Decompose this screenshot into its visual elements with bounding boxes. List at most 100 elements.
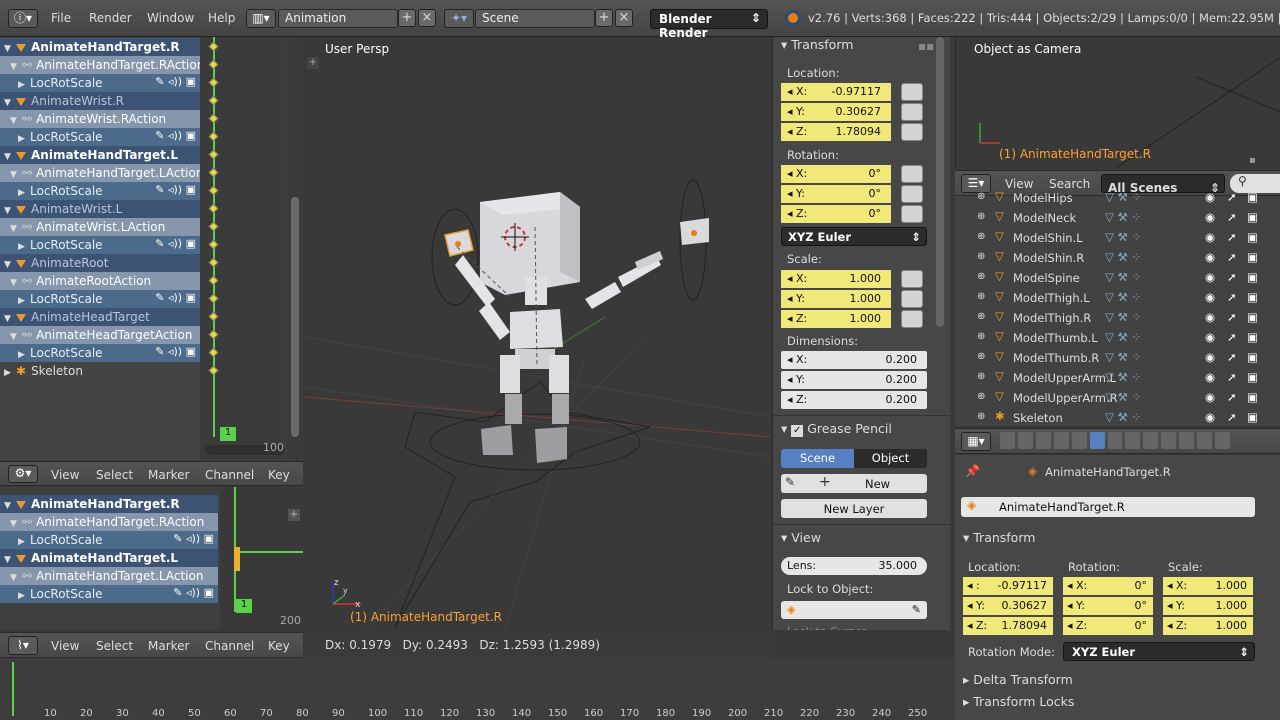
expand-icon[interactable]: ▼ xyxy=(10,62,22,72)
render-camera-icon[interactable]: ▣ xyxy=(1247,310,1258,324)
world-tab-icon[interactable] xyxy=(1053,432,1069,449)
expand-icon[interactable]: ▼ xyxy=(10,332,22,342)
keyframe[interactable] xyxy=(208,221,219,232)
outliner-item[interactable]: ⊕ ▽ ModelThigh.R ▽ ⚒ ⁘ ◉ ➚ ▣ xyxy=(955,308,1280,328)
ds-menu-key[interactable]: Key xyxy=(268,468,290,482)
object-tab-icon[interactable] xyxy=(1071,432,1087,449)
keyframe[interactable] xyxy=(208,329,219,340)
dimension-z-field[interactable]: ◂ Z: 0.200 xyxy=(781,391,927,409)
render-camera-icon[interactable]: ▣ xyxy=(1247,270,1258,284)
expand-icon[interactable]: ▼ xyxy=(10,278,22,288)
camera-view-grip[interactable]: ▪ xyxy=(1249,155,1256,166)
object-active-tab-icon[interactable] xyxy=(1089,432,1105,449)
delta-transform-header[interactable]: ▸ Delta Transform xyxy=(963,672,1073,687)
select-arrow-icon[interactable]: ➚ xyxy=(1227,290,1237,304)
scene-tab-icon[interactable] xyxy=(1035,432,1051,449)
keyframe[interactable] xyxy=(208,59,219,70)
add-screen-button[interactable]: + xyxy=(398,9,416,27)
visibility-eye-icon[interactable]: ◉ xyxy=(1205,210,1215,224)
add-scene-button[interactable]: + xyxy=(595,9,613,27)
npanel-scrollbar[interactable] xyxy=(936,37,944,327)
expand-icon[interactable]: ⊕ xyxy=(977,251,985,262)
channel-row[interactable]: ▼ ⚯ AnimateHandTarget.RAction xyxy=(0,56,204,74)
select-arrow-icon[interactable]: ➚ xyxy=(1227,270,1237,284)
expand-icon[interactable]: ▼ xyxy=(4,555,16,565)
lock-object-field[interactable]: ◈ ✎ xyxy=(781,601,927,619)
expand-icon[interactable]: ▼ xyxy=(4,260,16,270)
lens-field[interactable]: Lens: 35.000 xyxy=(781,557,927,575)
gp-new-button[interactable]: ✎ + New xyxy=(781,474,927,493)
select-arrow-icon[interactable]: ➚ xyxy=(1227,410,1237,424)
expand-icon[interactable]: ⊕ xyxy=(977,391,985,402)
screen-layout-icon[interactable]: ▥▾ xyxy=(246,9,276,28)
scale-z-field[interactable]: ◂ Z: 1.000 xyxy=(781,310,891,328)
lock-rotation-z-icon[interactable] xyxy=(901,205,923,223)
expand-icon[interactable]: ⊕ xyxy=(977,331,985,342)
screen-layout-field[interactable]: Animation xyxy=(278,9,398,28)
expand-icon[interactable]: ▶ xyxy=(18,350,30,360)
channel-row[interactable]: ▶ LocRotScale ✎ ◃)) ▣ xyxy=(0,290,200,308)
keyframe[interactable] xyxy=(208,239,219,250)
expand-icon[interactable]: ▶ xyxy=(4,368,16,378)
select-arrow-icon[interactable]: ➚ xyxy=(1227,310,1237,324)
keyframe[interactable] xyxy=(208,347,219,358)
expand-icon[interactable]: ▶ xyxy=(18,591,30,601)
expand-icon[interactable]: ⊕ xyxy=(977,371,985,382)
select-arrow-icon[interactable]: ➚ xyxy=(1227,230,1237,244)
rotation-z-field[interactable]: ◂ Z: 0° xyxy=(781,205,891,223)
render-camera-icon[interactable]: ▣ xyxy=(1247,410,1258,424)
keyframe[interactable] xyxy=(208,41,219,52)
channel-row[interactable]: ▶ ✱ Skeleton xyxy=(0,362,200,380)
channel-toggles-icon[interactable]: ✎ ◃)) ▣ xyxy=(173,586,214,599)
constraints-tab-icon[interactable] xyxy=(1107,432,1123,449)
expand-icon[interactable]: ⊕ xyxy=(977,231,985,242)
expand-icon[interactable]: ▼ xyxy=(10,519,22,529)
channel-toggles-icon[interactable]: ✎ ◃)) ▣ xyxy=(155,129,196,142)
select-arrow-icon[interactable]: ➚ xyxy=(1227,190,1237,204)
select-arrow-icon[interactable]: ➚ xyxy=(1227,210,1237,224)
ds-menu-channel[interactable]: Channel xyxy=(205,468,254,482)
render-camera-icon[interactable]: ▣ xyxy=(1247,330,1258,344)
location-x-field[interactable]: ◂ X: -0.97117 xyxy=(781,83,891,101)
lock-rotation-y-icon[interactable] xyxy=(901,185,923,203)
visibility-eye-icon[interactable]: ◉ xyxy=(1205,410,1215,424)
timeline-area[interactable]: 10 20 30 40 50 60 70 80 90 100 110 120 130 140 150 160 1… xyxy=(0,658,955,720)
keyframe[interactable] xyxy=(208,149,219,160)
render-camera-icon[interactable]: ▣ xyxy=(1247,250,1258,264)
lock-scale-y-icon[interactable] xyxy=(901,290,923,308)
props-rotation-mode-select[interactable]: XYZ Euler ⇕ xyxy=(1063,642,1255,661)
visibility-eye-icon[interactable]: ◉ xyxy=(1205,350,1215,364)
expand-icon[interactable]: ▶ xyxy=(18,242,30,252)
keyframe[interactable] xyxy=(208,203,219,214)
lock-location-z-icon[interactable] xyxy=(901,123,923,141)
channel-row[interactable]: ▼ ⚯ AnimateHandTarget.LAction xyxy=(0,567,218,585)
keyframe[interactable] xyxy=(208,311,219,322)
expand-icon[interactable]: ⊕ xyxy=(977,291,985,302)
gp-object-tab[interactable]: Object xyxy=(854,449,927,468)
render-camera-icon[interactable]: ▣ xyxy=(1247,290,1258,304)
channel-row[interactable]: ▼ ⚯ AnimateHandTarget.RAction xyxy=(0,513,218,531)
props-rot-field[interactable]: ◂ X: 0° xyxy=(1063,577,1153,595)
channel-row[interactable]: ▶ LocRotScale ✎ ◃)) ▣ xyxy=(0,236,200,254)
gr-menu-key[interactable]: Key xyxy=(268,639,290,653)
menu-file[interactable]: File xyxy=(51,11,71,25)
outliner-item[interactable]: ⊕ ▽ ModelThumb.L ▽ ⚒ ⁘ ◉ ➚ ▣ xyxy=(955,328,1280,348)
render-tab-icon[interactable] xyxy=(1000,432,1015,449)
channel-toggles-icon[interactable]: ✎ ◃)) ▣ xyxy=(173,532,214,545)
expand-icon[interactable]: ▶ xyxy=(18,537,30,547)
graph-area[interactable]: 1 200 + xyxy=(220,487,303,630)
expand-icon[interactable]: ▼ xyxy=(10,224,22,234)
keyframe[interactable] xyxy=(208,113,219,124)
expand-icon[interactable]: ▶ xyxy=(18,134,30,144)
render-camera-icon[interactable]: ▣ xyxy=(1247,350,1258,364)
view-panel-header[interactable]: ▾ View xyxy=(781,530,821,545)
keyframe[interactable] xyxy=(208,185,219,196)
channel-row[interactable]: ▶ LocRotScale ✎ ◃)) ▣ xyxy=(0,128,200,146)
keyframe[interactable] xyxy=(208,293,219,304)
props-scale-field[interactable]: ◂ Z: 1.000 xyxy=(1163,617,1253,635)
visibility-eye-icon[interactable]: ◉ xyxy=(1205,250,1215,264)
visibility-eye-icon[interactable]: ◉ xyxy=(1205,370,1215,384)
location-y-field[interactable]: ◂ Y: 0.30627 xyxy=(781,103,891,121)
channel-row[interactable]: ▶ LocRotScale ✎ ◃)) ▣ xyxy=(0,531,218,549)
channel-toggles-icon[interactable]: ✎ ◃)) ▣ xyxy=(155,291,196,304)
